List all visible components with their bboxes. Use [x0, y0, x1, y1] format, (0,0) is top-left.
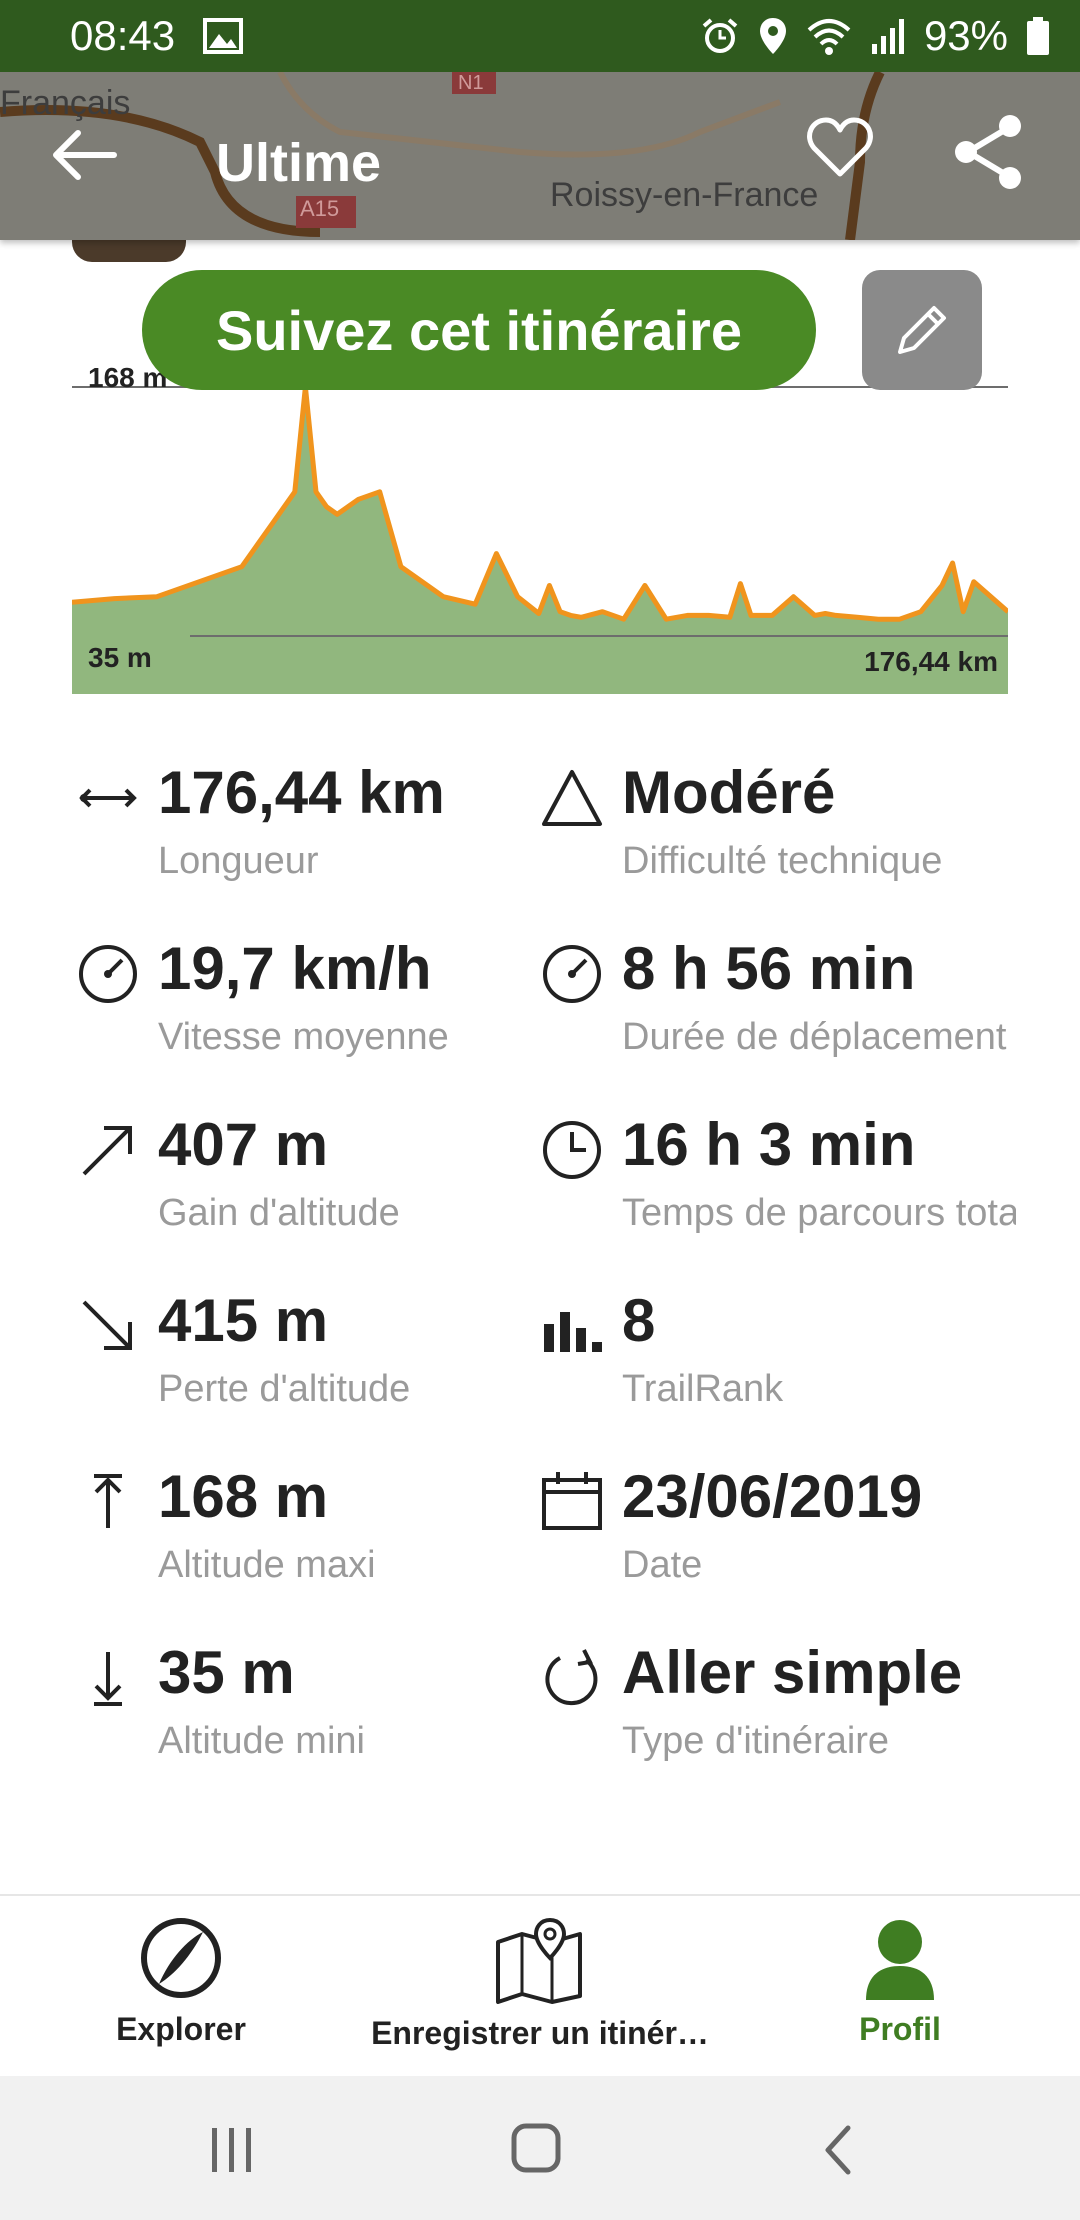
map-label-roissy: Roissy-en-France [550, 176, 819, 214]
stat-value: Aller simple [622, 1639, 963, 1706]
nav-record[interactable]: Enregistrer un itinér… [360, 1916, 720, 2052]
avatar [72, 240, 186, 262]
back-icon[interactable] [822, 2124, 854, 2176]
stat-label: Vitesse moyenne [158, 1016, 449, 1058]
nav-profile-label: Profil [859, 2011, 941, 2047]
stat-label: Date [622, 1544, 703, 1586]
alarm-icon [702, 18, 738, 53]
stat-value: 168 m [158, 1463, 329, 1530]
map-pin-icon [496, 1917, 582, 2004]
bottom-nav: Explorer Enregistrer un itinér… Profil [0, 1894, 1080, 2078]
stat-8: 8 TrailRank [540, 1286, 1020, 1436]
arrow-down-bar-icon [94, 1652, 122, 1706]
battery-icon [1027, 17, 1049, 55]
stat-value: 35 m [158, 1639, 295, 1706]
share-icon[interactable] [952, 114, 1024, 190]
stat-label: Altitude mini [158, 1720, 365, 1762]
map-background [0, 72, 1080, 240]
stat-label: TrailRank [622, 1368, 784, 1410]
arrow-up-right-icon [82, 1126, 132, 1176]
nav-record-label: Enregistrer un itinér… [371, 2015, 709, 2051]
wifi-icon [807, 19, 851, 55]
stat-10: 23/06/2019 Date [540, 1462, 1020, 1612]
compass-icon [141, 1918, 221, 1998]
speedometer-icon [543, 945, 601, 1003]
edit-button[interactable] [862, 270, 982, 390]
route-title: Ultime [216, 133, 382, 193]
distance-label: 176,44 km [864, 646, 998, 677]
map-label-n1: N1 [458, 72, 484, 94]
stat-label: Type d'itinéraire [622, 1720, 890, 1762]
arrow-both-icon [79, 788, 137, 808]
min-altitude-label: 35 m [88, 642, 152, 673]
stat-value: 407 m [158, 1111, 329, 1178]
stat-6: 16 h 3 min Temps de parcours total [540, 1110, 1020, 1260]
stat-9: 168 m Altitude maxi [76, 1462, 556, 1612]
stat-value: 19,7 km/h [158, 935, 432, 1002]
profile-icon [866, 1920, 934, 2000]
map-label-a15: A15 [300, 196, 340, 221]
nav-profile[interactable]: Profil [820, 1916, 980, 2048]
stat-label: Gain d'altitude [158, 1192, 400, 1234]
stat-4: 8 h 56 min Durée de déplacement [540, 934, 1020, 1084]
clock-icon [543, 1121, 601, 1179]
arrow-up-bar-icon [94, 1474, 122, 1528]
stat-12: Aller simple Type d'itinéraire [540, 1638, 1020, 1788]
recent-apps-icon[interactable] [208, 2126, 256, 2174]
stat-value: Modéré [622, 759, 836, 826]
stat-11: 35 m Altitude mini [76, 1638, 556, 1788]
stat-label: Perte d'altitude [158, 1368, 411, 1410]
triangle-icon [542, 770, 602, 826]
loop-arrow-icon [545, 1649, 598, 1706]
system-nav-bar [0, 2076, 1080, 2220]
stat-2: Modéré Difficulté technique [540, 758, 1020, 908]
calendar-icon [542, 1472, 602, 1530]
signal-icon [871, 19, 904, 54]
stat-value: 415 m [158, 1287, 329, 1354]
status-bar: 08:43 93% [0, 0, 1080, 72]
map-label-francais: Français [0, 84, 131, 122]
follow-route-button[interactable]: Suivez cet itinéraire [142, 270, 816, 390]
gallery-icon [203, 18, 244, 54]
stat-label: Durée de déplacement [622, 1016, 1007, 1058]
bar-chart-icon [544, 1312, 602, 1352]
stat-1: 176,44 km Longueur [76, 758, 556, 908]
nav-explorer[interactable]: Explorer [96, 1916, 266, 2048]
map-header: Français Roissy-en-France A15 N1 Ultime [0, 72, 1080, 240]
stat-value: 8 [622, 1287, 656, 1354]
arrow-down-right-icon [82, 1300, 132, 1350]
pencil-icon [898, 306, 946, 354]
stat-value: 23/06/2019 [622, 1463, 923, 1530]
stat-value: 8 h 56 min [622, 935, 916, 1002]
speedometer-icon [79, 945, 137, 1003]
stat-5: 407 m Gain d'altitude [76, 1110, 556, 1260]
back-arrow-icon[interactable] [48, 128, 118, 182]
stat-7: 415 m Perte d'altitude [76, 1286, 556, 1436]
stat-3: 19,7 km/h Vitesse moyenne [76, 934, 556, 1084]
stat-label: Temps de parcours total [622, 1192, 1016, 1234]
stat-label: Altitude maxi [158, 1544, 376, 1586]
nav-explorer-label: Explorer [116, 2011, 246, 2047]
battery-percent: 93% [923, 12, 1008, 59]
stat-value: 16 h 3 min [622, 1111, 916, 1178]
stat-label: Longueur [158, 840, 319, 882]
stat-label: Difficulté technique [622, 840, 943, 882]
status-time: 08:43 [70, 12, 176, 59]
stat-value: 176,44 km [158, 759, 445, 826]
home-icon[interactable] [510, 2122, 562, 2174]
location-icon [759, 18, 786, 54]
heart-icon[interactable] [806, 114, 874, 182]
